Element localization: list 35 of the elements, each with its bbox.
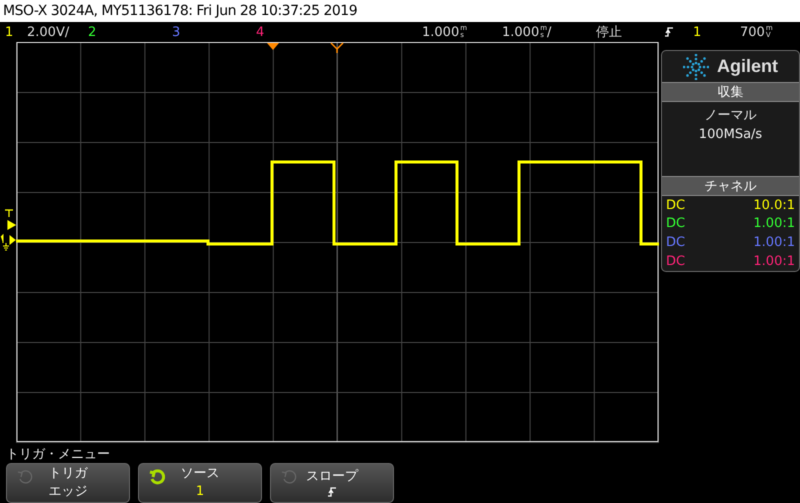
rotate-icon [17,469,33,485]
channel-coupling: DC [666,216,686,232]
trigger-position-marker-icon [267,43,279,50]
softkey-button[interactable]: ソース 1 [138,463,262,503]
center-marker-icon [330,42,344,54]
rotate-icon [149,469,165,485]
trigger-level-marker-icon [4,209,16,231]
sample-rate: 100MSa/s [698,127,762,142]
probe-ratio: 1.00:1 [753,235,795,250]
channel-number[interactable]: 2 [88,24,96,40]
softkey-button[interactable]: トリガ エッジ [6,463,130,503]
rising-edge-icon [664,26,674,38]
spark-logo-icon [683,54,709,80]
probe-ratio: 1.00:1 [753,216,795,232]
probe-ratio: 10.0:1 [753,198,795,213]
rising-edge-icon [327,486,337,498]
softkey-button[interactable]: スロープ [270,463,394,503]
ground-marker-icon [0,233,16,253]
trigger-source: 1 [693,24,702,40]
acquisition-mode: ノーマル [704,107,756,124]
channel-number[interactable]: 3 [172,24,180,40]
channel-number[interactable]: 4 [256,24,264,40]
channel-scale: 2.00V/ [27,24,70,40]
channel-coupling: DC [666,254,686,270]
channel-number[interactable]: 1 [5,24,14,40]
channel-coupling: DC [666,198,686,213]
channel-coupling: DC [666,235,686,250]
rotate-icon [281,469,297,485]
brand-name: Agilent [717,56,778,78]
run-state: 停止 [596,24,622,41]
menu-title: トリガ・メニュー [6,446,111,463]
channels-header: チャネル [662,176,799,196]
probe-ratio: 1.00:1 [753,254,795,270]
acquisition-header: 収集 [662,82,799,102]
window-title: MSO-X 3024A, MY51136178: Fri Jun 28 10:37:25 2019 [0,0,800,22]
